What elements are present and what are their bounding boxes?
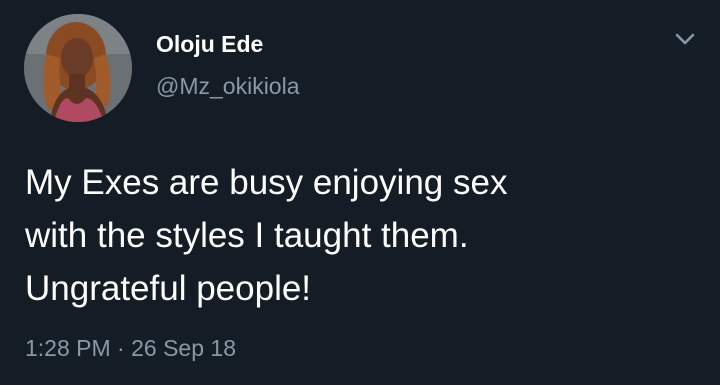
meta-separator: · [117, 335, 125, 361]
tweet-date: 26 Sep 18 [131, 335, 236, 361]
tweet-text: My Exes are busy enjoying sex with the s… [25, 156, 695, 315]
avatar[interactable] [24, 14, 132, 122]
profile-photo-icon [24, 14, 132, 122]
tweet-text-line: with the styles I taught them. [25, 216, 469, 255]
tweet-time: 1:28 PM [25, 335, 111, 361]
author-handle[interactable]: @Mz_okikiola [156, 73, 300, 100]
tweet-text-line: Ungrateful people! [25, 269, 312, 308]
author-name[interactable]: Oloju Ede [156, 31, 263, 58]
tweet-timestamp[interactable]: 1:28 PM · 26 Sep 18 [25, 335, 236, 362]
tweet-card: Oloju Ede @Mz_okikiola My Exes are busy … [0, 0, 720, 385]
chevron-down-icon[interactable] [672, 28, 698, 50]
tweet-text-line: My Exes are busy enjoying sex [25, 163, 508, 202]
